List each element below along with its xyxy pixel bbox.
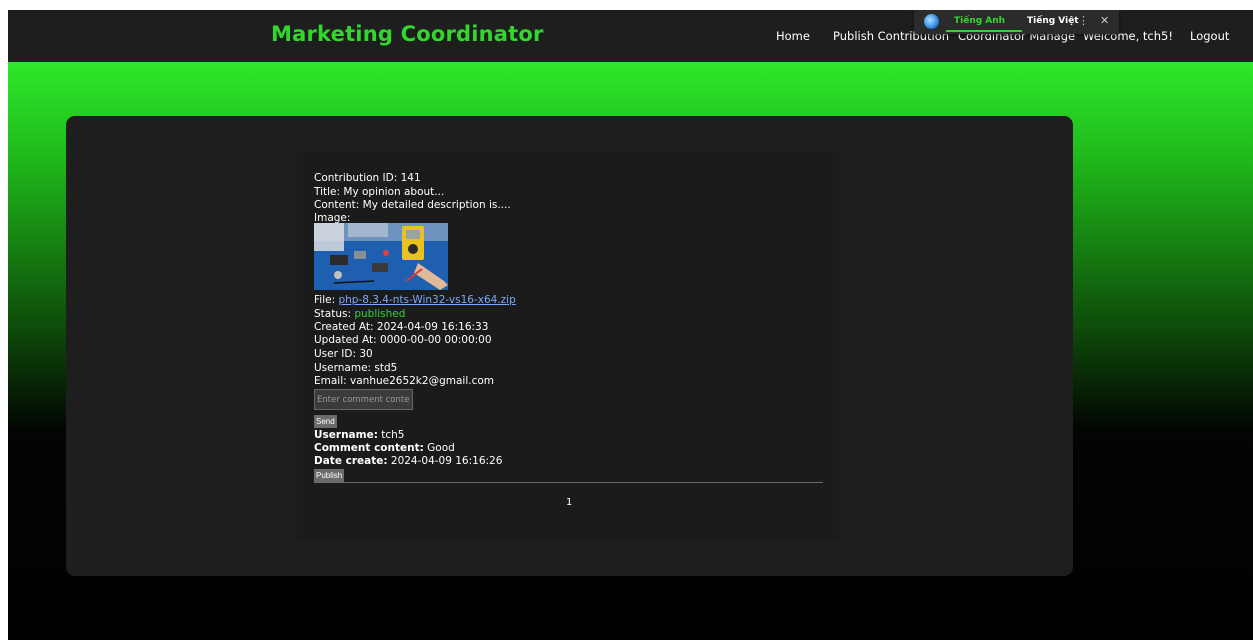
- file-label: File:: [314, 294, 336, 306]
- comment-content-value: Good: [427, 442, 455, 454]
- content-value: My detailed description is....: [362, 199, 511, 211]
- file-row: File: php-8.3.4-nts-Win32-vs16-x64.zip: [314, 293, 516, 307]
- pagination-page-1[interactable]: 1: [566, 497, 572, 508]
- status-label: Status:: [314, 308, 351, 320]
- comment-content-row: Comment content: Good: [314, 441, 455, 455]
- comment-date-row: Date create: 2024-04-09 16:16:26: [314, 454, 502, 468]
- comment-content-label: Comment content:: [314, 442, 424, 454]
- nav-logout[interactable]: Logout: [1190, 29, 1229, 43]
- created-at-value: 2024-04-09 16:16:33: [376, 321, 489, 333]
- send-button[interactable]: Send: [314, 415, 337, 428]
- status-row: Status: published: [314, 307, 405, 321]
- user-id-label: User ID:: [314, 348, 356, 360]
- comment-date-label: Date create:: [314, 455, 388, 467]
- email-row: Email: vanhue2652k2@gmail.com: [314, 374, 494, 388]
- electronics-photo-icon: [314, 223, 448, 290]
- username-row: Username: std5: [314, 361, 397, 375]
- user-id-value: 30: [359, 348, 373, 360]
- title-label: Title:: [314, 186, 341, 198]
- comment-username-row: Username: tch5: [314, 428, 404, 442]
- globe-icon: [924, 14, 939, 29]
- contribution-image: [314, 223, 448, 290]
- brand-title[interactable]: Marketing Coordinator: [271, 22, 544, 46]
- username-value: std5: [374, 362, 398, 374]
- translate-tab-vietnamese[interactable]: Tiếng Việt: [1027, 16, 1079, 26]
- file-download-link[interactable]: php-8.3.4-nts-Win32-vs16-x64.zip: [338, 294, 515, 306]
- email-value: vanhue2652k2@gmail.com: [350, 375, 494, 387]
- divider: [314, 482, 823, 483]
- page-background: Marketing Coordinator Home Publish Contr…: [8, 10, 1253, 640]
- contribution-id-label: Contribution ID:: [314, 172, 398, 184]
- nav-home[interactable]: Home: [776, 29, 810, 43]
- content-row: Content: My detailed description is....: [314, 198, 511, 212]
- updated-at-label: Updated At:: [314, 334, 377, 346]
- translate-tab-english[interactable]: Tiếng Anh: [954, 16, 1005, 26]
- title-row: Title: My opinion about...: [314, 185, 444, 199]
- title-value: My opinion about...: [343, 186, 445, 198]
- user-id-row: User ID: 30: [314, 347, 373, 361]
- created-at-row: Created At: 2024-04-09 16:16:33: [314, 320, 488, 334]
- translate-bar: Tiếng Anh Tiếng Việt ⋮ ✕: [914, 10, 1119, 34]
- more-options-icon[interactable]: ⋮: [1078, 14, 1089, 27]
- status-value: published: [354, 308, 406, 320]
- comment-username-label: Username:: [314, 429, 378, 441]
- email-label: Email:: [314, 375, 347, 387]
- contribution-id-value: 141: [400, 172, 421, 184]
- navbar: Marketing Coordinator Home Publish Contr…: [8, 10, 1253, 62]
- comment-input[interactable]: [314, 389, 413, 410]
- created-at-label: Created At:: [314, 321, 374, 333]
- publish-button[interactable]: Publish: [314, 469, 345, 482]
- updated-at-row: Updated At: 0000-00-00 00:00:00: [314, 333, 492, 347]
- username-label: Username:: [314, 362, 372, 374]
- updated-at-value: 0000-00-00 00:00:00: [380, 334, 492, 346]
- comment-date-value: 2024-04-09 16:16:26: [390, 455, 503, 467]
- contribution-id-row: Contribution ID: 141: [314, 171, 421, 185]
- content-label: Content:: [314, 199, 360, 211]
- comment-username-value: tch5: [381, 429, 405, 441]
- active-tab-indicator: [946, 30, 1022, 32]
- close-icon[interactable]: ✕: [1100, 14, 1109, 27]
